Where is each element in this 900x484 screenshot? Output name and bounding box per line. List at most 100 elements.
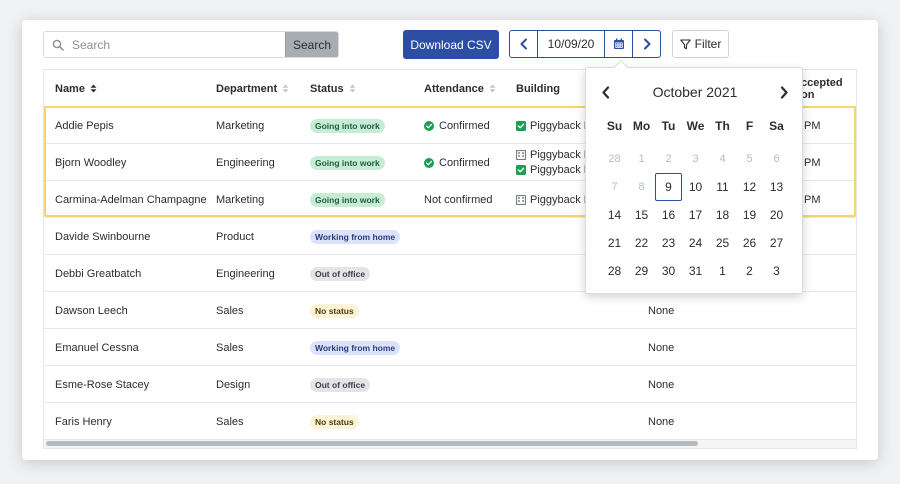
column-header-building[interactable]: Building [516, 70, 560, 107]
scrollbar-thumb[interactable] [46, 441, 698, 446]
cell-department: Sales [216, 341, 244, 354]
calendar-day[interactable]: 15 [628, 201, 655, 229]
cell-department: Engineering [216, 267, 275, 280]
chevron-right-icon [780, 85, 788, 99]
calendar-day[interactable]: 12 [736, 173, 763, 201]
cell-name: Faris Henry [55, 415, 112, 428]
calendar-day[interactable]: 19 [736, 201, 763, 229]
calendar-day[interactable]: 3 [763, 257, 790, 285]
calendar-day[interactable]: 30 [655, 257, 682, 285]
search-input[interactable] [72, 32, 285, 57]
weekday-label: Su [606, 119, 623, 133]
attendance-text: Confirmed [439, 156, 490, 169]
calendar-day[interactable]: 26 [736, 229, 763, 257]
previous-month-button[interactable] [598, 84, 614, 100]
calendar-day[interactable]: 7 [601, 173, 628, 201]
horizontal-scrollbar[interactable] [44, 440, 856, 448]
status-badge: No status [310, 303, 359, 318]
status-badge: Going into work [310, 155, 385, 170]
download-csv-button[interactable]: Download CSV [403, 30, 499, 59]
cell-department: Sales [216, 304, 244, 317]
filter-icon [679, 38, 691, 49]
column-header-attendance[interactable]: Attendance [424, 70, 496, 107]
calendar-day[interactable]: 18 [709, 201, 736, 229]
cell-building-none: None [648, 415, 675, 428]
calendar-day[interactable]: 3 [682, 145, 709, 173]
cell-accepted-on: PM [804, 119, 821, 132]
weekday-label: F [745, 119, 754, 133]
calendar-icon [613, 38, 624, 49]
calendar-day[interactable]: 10 [682, 173, 709, 201]
calendar-day[interactable]: 4 [709, 145, 736, 173]
calendar-day[interactable]: 2 [736, 257, 763, 285]
cell-department: Design [216, 378, 251, 391]
cell-name: Carmina-Adelman Champagne [55, 193, 207, 206]
calendar-day[interactable]: 20 [763, 201, 790, 229]
table-row[interactable]: Emanuel Cessna Sales Working from home N… [44, 329, 856, 366]
date-value[interactable]: 10/09/20 [537, 31, 605, 57]
cell-name: Dawson Leech [55, 304, 128, 317]
status-badge: Out of office [310, 377, 371, 392]
status-badge: Going into work [310, 118, 385, 133]
cell-department: Marketing [216, 119, 265, 132]
date-picker-group: 10/09/20 [509, 30, 661, 58]
calendar-day[interactable]: 1 [709, 257, 736, 285]
sort-ascending-icon [90, 84, 97, 93]
calendar-day[interactable]: 8 [628, 173, 655, 201]
weekday-label: Mo [632, 119, 651, 133]
check-circle-icon [424, 120, 434, 131]
column-header-accepted-on[interactable]: ccepted on [801, 70, 856, 107]
calendar-day[interactable]: 27 [763, 229, 790, 257]
building-icon [516, 194, 526, 205]
building-name: Piggyback H [530, 119, 592, 132]
cell-department: Marketing [216, 193, 265, 206]
column-header-status[interactable]: Status [310, 70, 356, 107]
check-circle-icon [424, 157, 434, 168]
calendar-day[interactable]: 25 [709, 229, 736, 257]
table-row[interactable]: Faris Henry Sales No status None [44, 403, 856, 440]
cell-accepted-on: PM [804, 156, 821, 169]
calendar-day[interactable]: 5 [736, 145, 763, 173]
calendar-day[interactable]: 24 [682, 229, 709, 257]
calendar-day[interactable]: 16 [655, 201, 682, 229]
calendar-day-selected[interactable]: 9 [655, 173, 682, 201]
cell-name: Bjorn Woodley [55, 156, 127, 169]
status-badge: No status [310, 414, 359, 429]
search-box: Search [43, 31, 339, 58]
calendar-toggle-button[interactable] [605, 31, 633, 57]
calendar-day[interactable]: 29 [628, 257, 655, 285]
next-month-button[interactable] [776, 84, 792, 100]
cell-department: Sales [216, 415, 244, 428]
checkbox-checked-icon [516, 165, 526, 175]
calendar-day[interactable]: 2 [655, 145, 682, 173]
calendar-day[interactable]: 6 [763, 145, 790, 173]
cell-building-none: None [648, 304, 675, 317]
search-button[interactable]: Search [285, 32, 338, 57]
calendar-day[interactable]: 23 [655, 229, 682, 257]
column-header-name[interactable]: Name [55, 70, 97, 107]
calendar-header: October 2021 [586, 82, 804, 102]
previous-date-button[interactable] [510, 31, 537, 57]
building-icon [516, 150, 526, 160]
next-date-button[interactable] [633, 31, 660, 57]
weekday-label: Th [715, 119, 730, 133]
table-row[interactable]: Dawson Leech Sales No status None [44, 292, 856, 329]
calendar-day[interactable]: 28 [601, 257, 628, 285]
chevron-right-icon [643, 38, 650, 50]
calendar-day[interactable]: 17 [682, 201, 709, 229]
calendar-day[interactable]: 11 [709, 173, 736, 201]
calendar-day[interactable]: 14 [601, 201, 628, 229]
calendar-day[interactable]: 1 [628, 145, 655, 173]
column-header-department[interactable]: Department [216, 70, 289, 107]
calendar-day[interactable]: 31 [682, 257, 709, 285]
attendance-text: Not confirmed [424, 193, 493, 206]
calendar-day[interactable]: 13 [763, 173, 790, 201]
date-picker-popover: October 2021 Su Mo Tu We Th F Sa 28 1 2 3 4 5 6 7 8 9 10 1… [585, 59, 804, 294]
calendar-day[interactable]: 21 [601, 229, 628, 257]
search-icon [44, 32, 72, 57]
calendar-day[interactable]: 22 [628, 229, 655, 257]
filter-button[interactable]: Filter [672, 30, 729, 58]
calendar-grid: Su Mo Tu We Th F Sa 28 1 2 3 4 5 6 7 8 9 10 11 12 13 14 15 16 17… [601, 117, 790, 285]
calendar-day[interactable]: 28 [601, 145, 628, 173]
table-row[interactable]: Esme-Rose Stacey Design Out of office No… [44, 366, 856, 403]
